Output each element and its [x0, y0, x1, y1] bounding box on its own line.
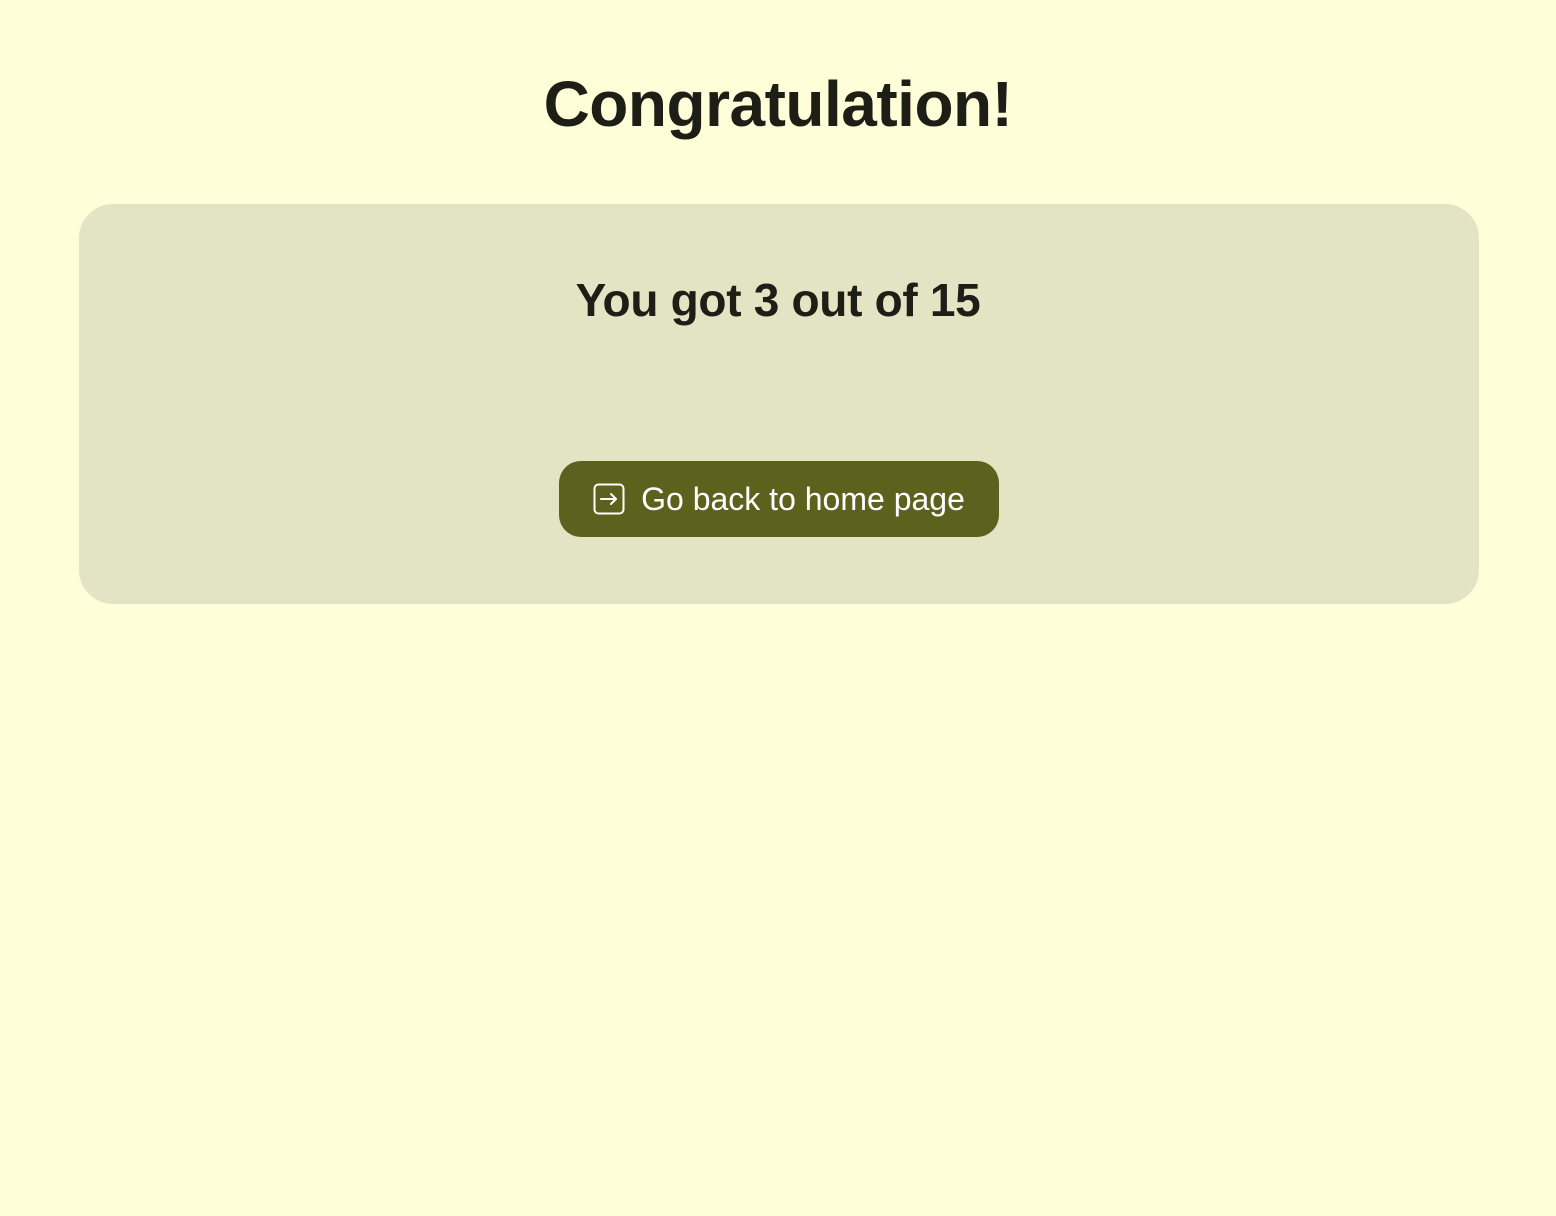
score-text: You got 3 out of 15: [575, 274, 981, 326]
go-home-button-label: Go back to home page: [641, 481, 965, 517]
go-home-button[interactable]: Go back to home page: [559, 461, 999, 537]
result-card: [79, 204, 1479, 604]
page-title: Congratulation!: [543, 68, 1013, 140]
enter-arrow-square-icon: [593, 483, 625, 515]
